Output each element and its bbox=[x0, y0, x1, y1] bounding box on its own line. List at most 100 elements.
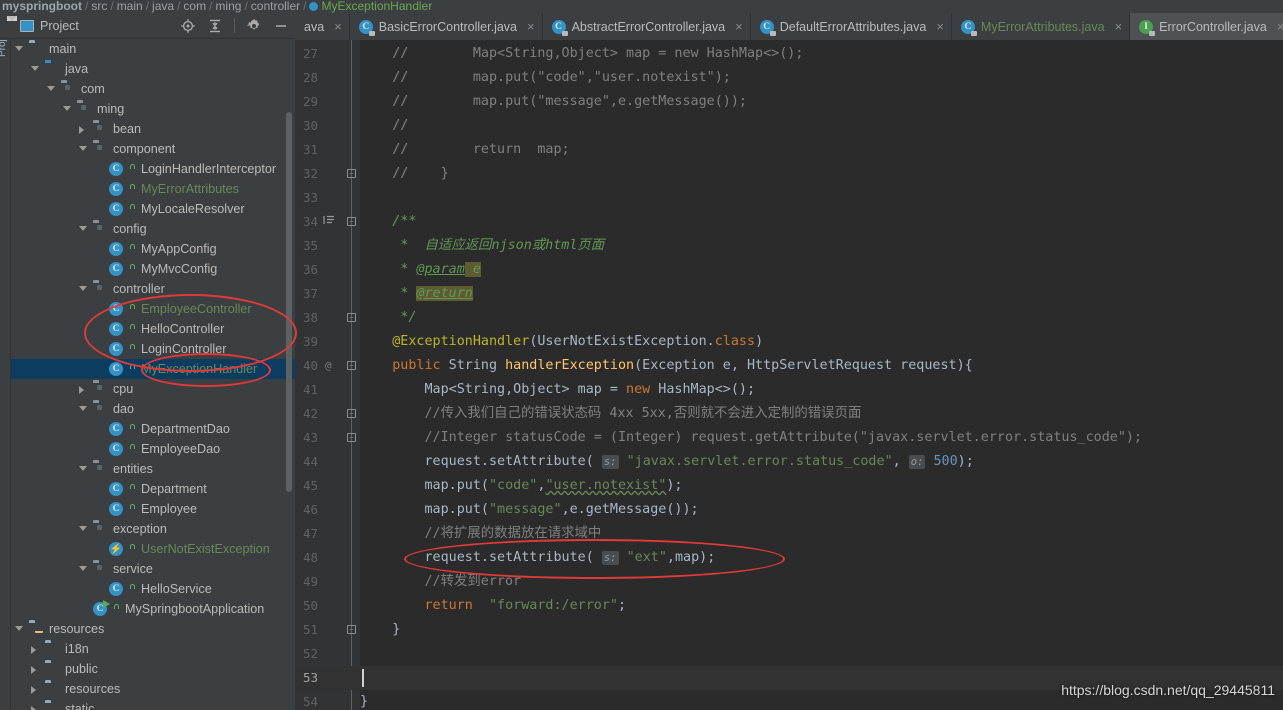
tree-node[interactable]: i18n bbox=[11, 639, 295, 659]
tree-node[interactable]: com bbox=[11, 79, 295, 99]
chevron-down-icon[interactable] bbox=[31, 66, 39, 71]
editor-tab[interactable]: C DefaultErrorAttributes.java × bbox=[750, 13, 952, 40]
chevron-right-icon[interactable] bbox=[31, 666, 36, 674]
tree-node[interactable]: C EmployeeDao bbox=[11, 439, 295, 459]
tree-node[interactable]: component bbox=[11, 139, 295, 159]
tree-node[interactable]: C MyLocaleResolver bbox=[11, 199, 295, 219]
chevron-down-icon[interactable] bbox=[15, 626, 23, 631]
editor-tab[interactable]: C BasicErrorController.java × bbox=[349, 13, 543, 40]
tree-node[interactable]: C DepartmentDao bbox=[11, 419, 295, 439]
breadcrumb[interactable]: myspringboot / src / main / java / com / ming / cont… bbox=[0, 0, 1283, 13]
tree-node[interactable]: C MyAppConfig bbox=[11, 239, 295, 259]
tree-node[interactable]: C MyMvcConfig bbox=[11, 259, 295, 279]
chevron-down-icon[interactable] bbox=[47, 86, 55, 91]
tree-node[interactable]: controller bbox=[11, 279, 295, 299]
tree-node[interactable]: C LoginHandlerInterceptor bbox=[11, 159, 295, 179]
tree-node[interactable]: C MyExceptionHandler bbox=[11, 359, 295, 379]
tree-node[interactable]: cpu bbox=[11, 379, 295, 399]
close-icon[interactable]: × bbox=[334, 19, 342, 34]
editor-tab[interactable]: I ErrorController.java × bbox=[1130, 13, 1283, 40]
tree-node[interactable]: exception bbox=[11, 519, 295, 539]
breadcrumb-item[interactable]: MyExceptionHandler bbox=[321, 0, 432, 13]
code-fold-toggle[interactable]: − bbox=[347, 625, 356, 634]
close-icon[interactable]: × bbox=[1115, 19, 1123, 34]
code-fold-toggle[interactable]: − bbox=[347, 313, 356, 322]
chevron-down-icon[interactable] bbox=[79, 526, 87, 531]
chevron-down-icon[interactable] bbox=[79, 406, 87, 411]
editor-tab[interactable]: C AbstractErrorController.java × bbox=[542, 13, 751, 40]
code-fold-toggle[interactable]: − bbox=[347, 361, 356, 370]
javadoc-gutter-icon[interactable] bbox=[323, 214, 335, 229]
chevron-down-icon[interactable] bbox=[63, 106, 71, 111]
tree-node-label: public bbox=[65, 662, 98, 676]
project-panel-title[interactable]: Project bbox=[40, 19, 79, 33]
chevron-down-icon[interactable] bbox=[79, 466, 87, 471]
folder-icon bbox=[29, 42, 44, 56]
tree-node[interactable]: C HelloService bbox=[11, 579, 295, 599]
chevron-right-icon[interactable] bbox=[31, 686, 36, 694]
chevron-down-icon[interactable] bbox=[79, 226, 87, 231]
settings-gear-icon[interactable] bbox=[246, 18, 262, 34]
code-token: // return map; bbox=[360, 142, 570, 157]
tree-node[interactable]: bean bbox=[11, 119, 295, 139]
collapse-all-icon[interactable] bbox=[207, 18, 223, 34]
breadcrumb-item[interactable]: controller bbox=[251, 0, 300, 13]
tree-node[interactable]: service bbox=[11, 559, 295, 579]
tree-node[interactable]: config bbox=[11, 219, 295, 239]
close-icon[interactable]: × bbox=[936, 19, 944, 34]
locate-icon[interactable] bbox=[180, 18, 196, 34]
chevron-down-icon[interactable] bbox=[79, 286, 87, 291]
close-icon[interactable]: × bbox=[735, 19, 743, 34]
editor-gutter[interactable]: 27 28 29 30 31 32 − 33 34 − 35 36 37 38 − 39 40 @ − 41 42 − 43… bbox=[295, 40, 360, 710]
tree-node[interactable]: resources bbox=[11, 619, 295, 639]
tree-node[interactable]: C LoginController bbox=[11, 339, 295, 359]
editor-tab[interactable]: C MyErrorAttributes.java × bbox=[951, 13, 1131, 40]
breadcrumb-item[interactable]: main bbox=[117, 0, 143, 13]
public-modifier-icon bbox=[127, 544, 136, 554]
chevron-right-icon[interactable] bbox=[79, 386, 84, 394]
tree-node[interactable]: C MySpringbootApplication bbox=[11, 599, 295, 619]
annotation-gutter-icon[interactable]: @ bbox=[325, 359, 332, 372]
editor-tab-bar[interactable]: ava × C BasicErrorController.java × C Abstract… bbox=[295, 13, 1283, 40]
code-content[interactable]: // Map<String,Object> map = new HashMap<… bbox=[360, 40, 1283, 710]
tree-node[interactable]: static bbox=[11, 699, 295, 710]
code-editor[interactable]: 27 28 29 30 31 32 − 33 34 − 35 36 37 38 − 39 40 @ − 41 42 − 43… bbox=[295, 40, 1283, 710]
chevron-down-icon[interactable] bbox=[79, 566, 87, 571]
code-fold-toggle[interactable]: − bbox=[347, 433, 356, 442]
project-tree[interactable]: main java com ming bean component C LoginHandle… bbox=[11, 39, 295, 710]
chevron-down-icon[interactable] bbox=[79, 146, 87, 151]
tree-node[interactable]: C Department bbox=[11, 479, 295, 499]
close-icon[interactable]: × bbox=[527, 19, 535, 34]
tree-node[interactable]: entities bbox=[11, 459, 295, 479]
tree-node[interactable]: dao bbox=[11, 399, 295, 419]
tree-node[interactable]: C EmployeeController bbox=[11, 299, 295, 319]
java-class-icon: C bbox=[551, 19, 568, 36]
tree-node[interactable]: main bbox=[11, 39, 295, 59]
tree-node[interactable]: ⚡ UserNotExistException bbox=[11, 539, 295, 559]
breadcrumb-item[interactable]: myspringboot bbox=[2, 0, 82, 13]
chevron-down-icon[interactable] bbox=[15, 46, 23, 51]
breadcrumb-item[interactable]: ming bbox=[215, 0, 241, 13]
breadcrumb-item[interactable]: java bbox=[152, 0, 174, 13]
tree-node[interactable]: C MyErrorAttributes bbox=[11, 179, 295, 199]
chevron-right-icon[interactable] bbox=[31, 706, 36, 710]
tree-node[interactable]: ming bbox=[11, 99, 295, 119]
tree-node[interactable]: C Employee bbox=[11, 499, 295, 519]
code-fold-toggle[interactable]: − bbox=[347, 409, 356, 418]
breadcrumb-item[interactable]: com bbox=[183, 0, 206, 13]
close-icon[interactable]: × bbox=[1277, 19, 1283, 34]
tree-node[interactable]: C HelloController bbox=[11, 319, 295, 339]
chevron-right-icon[interactable] bbox=[31, 646, 36, 654]
tree-node[interactable]: resources bbox=[11, 679, 295, 699]
code-fold-toggle[interactable]: − bbox=[347, 217, 356, 226]
package-icon bbox=[93, 462, 108, 476]
tree-node[interactable]: public bbox=[11, 659, 295, 679]
project-tree-scrollbar[interactable] bbox=[286, 112, 292, 492]
chevron-down-icon[interactable] bbox=[7, 16, 17, 21]
code-fold-toggle[interactable]: − bbox=[347, 169, 356, 178]
breadcrumb-item[interactable]: src bbox=[91, 0, 107, 13]
chevron-right-icon[interactable] bbox=[79, 126, 84, 134]
hide-window-icon[interactable] bbox=[273, 18, 289, 34]
editor-tab[interactable]: ava × bbox=[295, 13, 350, 40]
tree-node[interactable]: java bbox=[11, 59, 295, 79]
